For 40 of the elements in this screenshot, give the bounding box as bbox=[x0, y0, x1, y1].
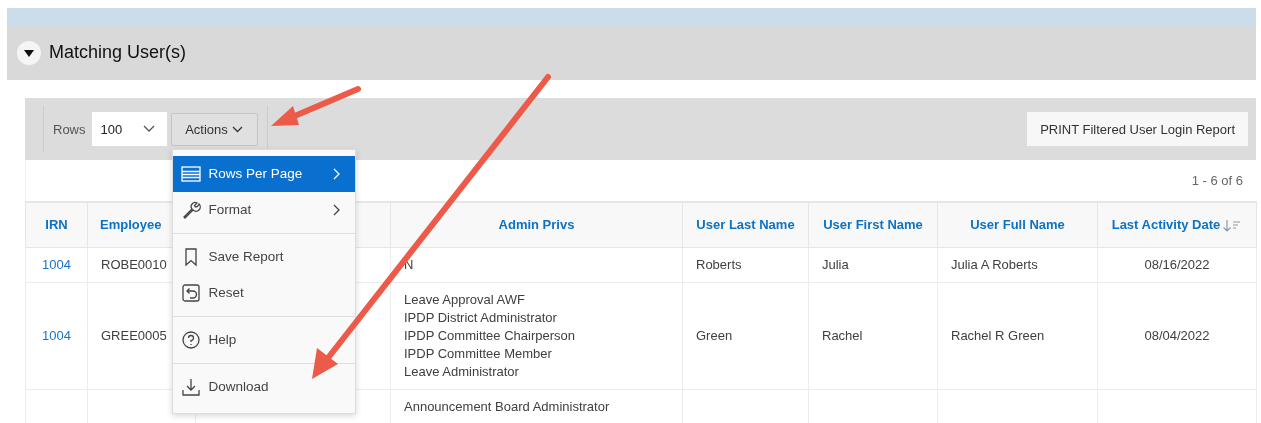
menu-item[interactable]: Rows Per Page bbox=[172, 155, 355, 192]
table-cell: Julia bbox=[822, 255, 849, 274]
column-header[interactable]: User First Name bbox=[808, 202, 938, 247]
table-cell: Leave Approval AWF IPDP District Administrator IPDP Committee Chairperson IPDP Committee Member Leave Administrator bbox=[404, 290, 575, 381]
menu-item[interactable]: Download bbox=[172, 368, 355, 405]
column-header[interactable]: Admin Privs bbox=[390, 202, 683, 247]
pagination-text: 1 - 6 of 6 bbox=[1191, 173, 1243, 188]
sort-descending-icon bbox=[1222, 218, 1243, 233]
help-icon bbox=[180, 329, 201, 350]
table-cell: Julia A Roberts bbox=[951, 255, 1038, 274]
column-header[interactable]: Last Activity Date bbox=[1097, 202, 1257, 247]
table-cell: Green bbox=[696, 326, 733, 345]
collapse-toggle[interactable] bbox=[17, 40, 41, 65]
table-cell: Rachel R Green bbox=[951, 326, 1045, 345]
chevron-down-icon bbox=[142, 125, 155, 133]
rows-select[interactable]: 100 bbox=[91, 112, 167, 146]
irn-link[interactable]: 1004 bbox=[42, 257, 71, 272]
print-report-button[interactable]: PRINT Filtered User Login Report bbox=[1027, 112, 1248, 146]
list-icon bbox=[180, 163, 201, 184]
table-cell: 08/04/2022 bbox=[1144, 326, 1210, 345]
menu-item[interactable]: Help bbox=[172, 321, 355, 358]
reset-icon bbox=[180, 282, 201, 303]
table-cell: Rachel bbox=[822, 326, 863, 345]
chevron-right-icon bbox=[332, 167, 341, 180]
menu-item[interactable]: Reset bbox=[172, 274, 355, 311]
column-header[interactable]: User Full Name bbox=[937, 202, 1098, 247]
column-header[interactable]: IRN bbox=[25, 202, 88, 247]
table-cell: ROBE0010 bbox=[101, 255, 167, 274]
table-cell: 08/16/2022 bbox=[1144, 255, 1210, 274]
actions-button[interactable]: Actions bbox=[170, 112, 258, 146]
column-header[interactable]: User Last Name bbox=[682, 202, 809, 247]
table-cell: Announcement Board Administrator bbox=[404, 397, 610, 416]
irn-link[interactable]: 1004 bbox=[42, 328, 71, 343]
chevron-down-icon bbox=[231, 125, 243, 133]
section-title: Matching User(s) bbox=[49, 42, 187, 63]
table-cell: GREE0005 bbox=[101, 326, 167, 345]
chevron-right-icon bbox=[332, 203, 341, 216]
rows-label: Rows bbox=[53, 121, 86, 137]
table-cell: Roberts bbox=[696, 255, 742, 274]
download-icon bbox=[180, 376, 201, 397]
